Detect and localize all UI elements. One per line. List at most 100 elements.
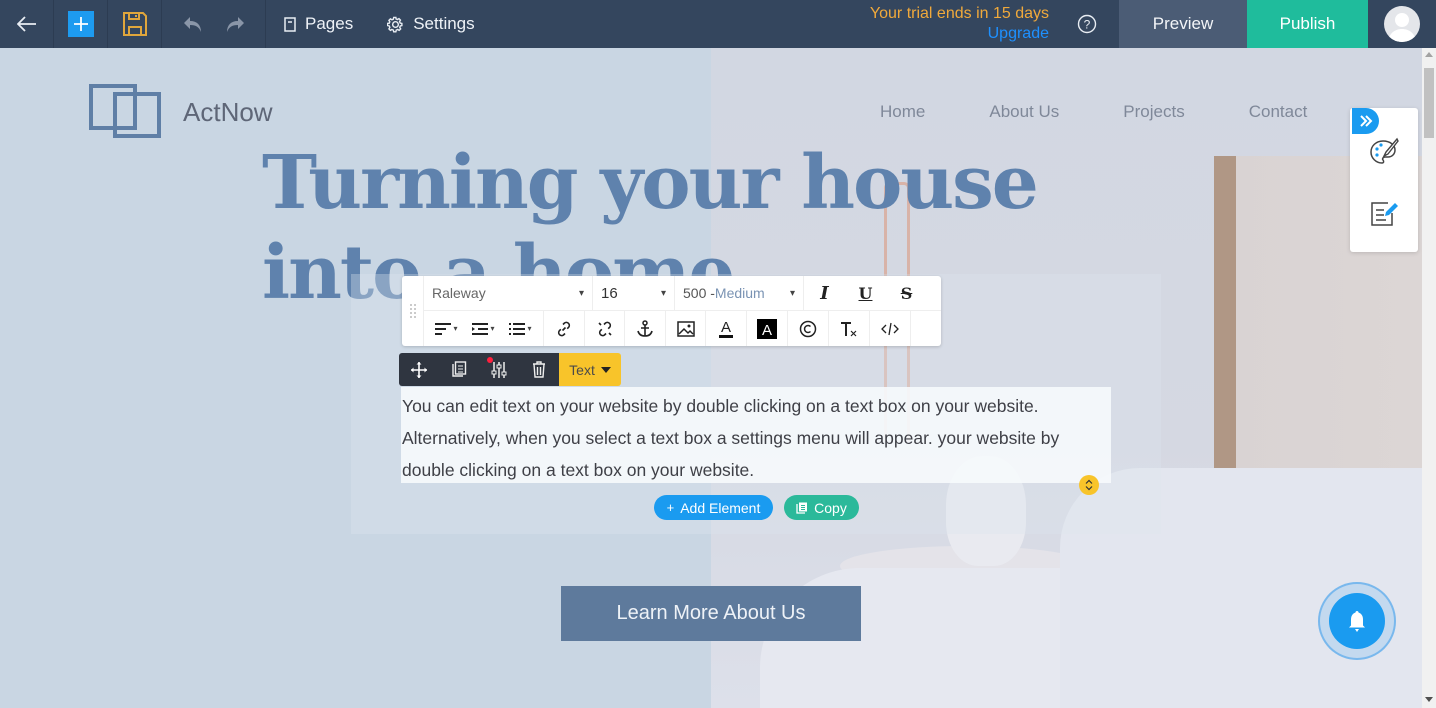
user-icon bbox=[1388, 13, 1416, 42]
font-family-select[interactable]: Raleway ▾ bbox=[424, 276, 593, 310]
text-format-toolbar: Raleway ▾ 16 ▾ 500 -Medium ▾ I U S ▾ ▾ ▾… bbox=[402, 276, 941, 346]
settings-menu[interactable]: Settings bbox=[387, 14, 475, 34]
pages-menu[interactable]: Pages bbox=[284, 14, 353, 34]
question-circle-icon: ? bbox=[1077, 14, 1097, 34]
scroll-thumb[interactable] bbox=[1424, 68, 1434, 138]
trash-icon bbox=[533, 361, 545, 378]
link-icon bbox=[557, 321, 571, 336]
underline-button[interactable]: U bbox=[845, 276, 886, 310]
font-size-select[interactable]: 16 ▾ bbox=[593, 276, 675, 310]
font-weight-select[interactable]: 500 -Medium ▾ bbox=[675, 276, 804, 310]
gear-icon bbox=[387, 16, 403, 33]
pages-label: Pages bbox=[305, 14, 354, 33]
element-type-label: Text bbox=[569, 361, 595, 378]
special-char-button[interactable] bbox=[788, 311, 829, 346]
svg-text:A: A bbox=[762, 322, 772, 339]
duplicate-icon bbox=[452, 361, 467, 377]
website-canvas: ActNow Home About Us Projects Contact Tu… bbox=[0, 48, 1422, 708]
expand-panel-button[interactable] bbox=[1352, 108, 1379, 134]
site-nav: Home About Us Projects Contact bbox=[880, 102, 1307, 122]
delete-button[interactable] bbox=[519, 353, 559, 386]
site-logo[interactable]: ActNow bbox=[89, 84, 273, 140]
back-button[interactable] bbox=[0, 0, 54, 48]
list-icon bbox=[509, 322, 526, 335]
trial-text: Your trial ends in 15 days bbox=[869, 5, 1049, 22]
scroll-up-arrow[interactable] bbox=[1425, 52, 1433, 57]
floppy-disk-icon bbox=[122, 12, 147, 36]
settings-sliders-icon bbox=[491, 361, 507, 378]
logo-squares-icon bbox=[89, 84, 161, 138]
highlight-button[interactable]: A bbox=[747, 311, 788, 346]
selected-text-box[interactable]: You can edit text on your website by dou… bbox=[401, 387, 1111, 483]
list-dropdown[interactable]: ▾ bbox=[509, 322, 532, 335]
redo-icon[interactable] bbox=[224, 15, 246, 33]
edit-document-icon bbox=[1371, 202, 1398, 226]
save-button[interactable] bbox=[108, 0, 162, 48]
svg-text:A: A bbox=[721, 319, 731, 336]
align-dropdown[interactable]: ▾ bbox=[435, 322, 458, 335]
nav-projects[interactable]: Projects bbox=[1123, 102, 1184, 122]
notifications-button[interactable] bbox=[1318, 582, 1396, 660]
element-type-dropdown[interactable]: Text bbox=[559, 353, 621, 386]
settings-label: Settings bbox=[413, 14, 475, 33]
learn-more-button[interactable]: Learn More About Us bbox=[561, 586, 861, 641]
user-menu[interactable] bbox=[1368, 0, 1436, 48]
link-button[interactable] bbox=[544, 311, 585, 346]
bell-icon bbox=[1349, 611, 1365, 632]
copy-label: Copy bbox=[814, 499, 847, 516]
move-button[interactable] bbox=[399, 353, 439, 386]
font-size-value: 16 bbox=[601, 284, 618, 302]
image-icon bbox=[676, 320, 695, 337]
logo-text: ActNow bbox=[183, 96, 273, 127]
nav-about-us[interactable]: About Us bbox=[989, 102, 1059, 122]
text-color-button[interactable]: A bbox=[706, 311, 747, 346]
double-chevron-right-icon bbox=[1359, 115, 1372, 127]
element-settings-button[interactable] bbox=[479, 353, 519, 386]
upgrade-link[interactable]: Upgrade bbox=[988, 24, 1049, 44]
undo-icon[interactable] bbox=[182, 15, 204, 33]
move-icon bbox=[411, 361, 427, 378]
hero-line-1: Turning your house bbox=[262, 140, 1039, 226]
unlink-icon bbox=[597, 321, 612, 336]
clear-format-icon bbox=[841, 321, 857, 336]
help-button[interactable]: ? bbox=[1077, 0, 1115, 48]
font-family-value: Raleway bbox=[432, 285, 486, 301]
add-button[interactable] bbox=[54, 0, 108, 48]
resize-handle[interactable] bbox=[1079, 475, 1099, 495]
strikethrough-icon: S bbox=[900, 283, 913, 303]
add-element-button[interactable]: + Add Element bbox=[654, 495, 773, 520]
trial-notice: Your trial ends in 15 days Upgrade bbox=[870, 0, 1077, 48]
grip-dots-icon bbox=[409, 304, 416, 318]
indent-icon bbox=[472, 322, 489, 335]
top-toolbar: Pages Settings Your trial ends in 15 day… bbox=[0, 0, 1436, 48]
code-button[interactable] bbox=[870, 311, 911, 346]
highlight-icon: A bbox=[757, 318, 777, 339]
italic-button[interactable]: I bbox=[804, 276, 845, 310]
copy-button[interactable]: Copy bbox=[784, 495, 859, 520]
notification-dot bbox=[487, 357, 493, 363]
nav-contact[interactable]: Contact bbox=[1249, 102, 1308, 122]
caret-down-icon: ▾ bbox=[789, 287, 795, 299]
svg-text:?: ? bbox=[1084, 18, 1091, 32]
vertical-scrollbar[interactable] bbox=[1422, 48, 1436, 708]
add-element-label: Add Element bbox=[680, 499, 761, 516]
duplicate-button[interactable] bbox=[439, 353, 479, 386]
design-button[interactable] bbox=[1368, 136, 1400, 168]
unlink-button[interactable] bbox=[585, 311, 625, 346]
scroll-down-arrow[interactable] bbox=[1425, 697, 1433, 702]
nav-home[interactable]: Home bbox=[880, 102, 925, 122]
copy-icon bbox=[796, 502, 808, 514]
undo-redo-group bbox=[162, 0, 266, 48]
edit-content-button[interactable] bbox=[1368, 198, 1400, 230]
publish-button[interactable]: Publish bbox=[1247, 0, 1368, 48]
anchor-button[interactable] bbox=[625, 311, 666, 346]
image-button[interactable] bbox=[666, 311, 706, 346]
copyright-icon bbox=[799, 320, 817, 337]
indent-dropdown[interactable]: ▾ bbox=[472, 322, 495, 335]
underline-icon: U bbox=[858, 283, 873, 303]
preview-button[interactable]: Preview bbox=[1119, 0, 1247, 48]
drag-handle[interactable] bbox=[402, 276, 424, 346]
strikethrough-button[interactable]: S bbox=[886, 276, 927, 310]
clear-format-button[interactable] bbox=[829, 311, 870, 346]
caret-down-icon bbox=[600, 366, 611, 373]
